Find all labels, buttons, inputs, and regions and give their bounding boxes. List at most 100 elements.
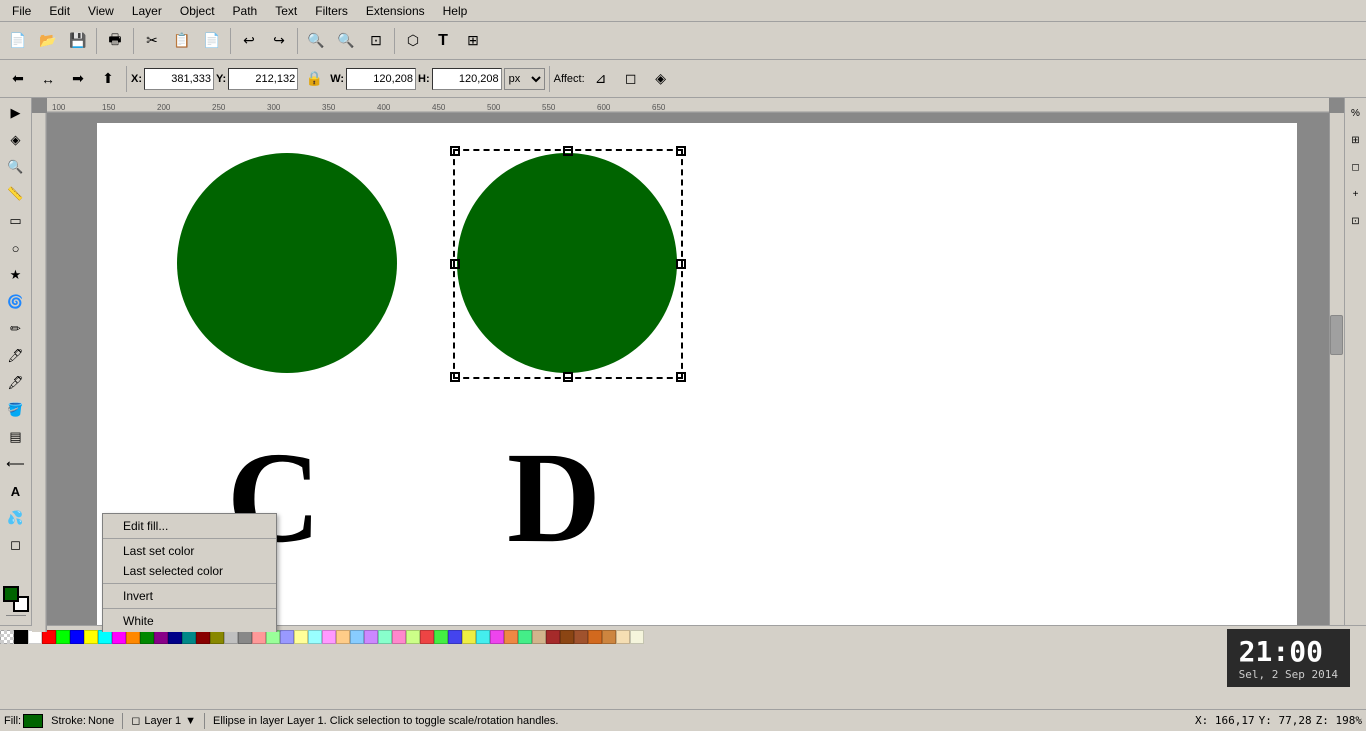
- palette-c18[interactable]: [490, 630, 504, 644]
- eraser-tool[interactable]: ◻: [3, 532, 29, 558]
- ctx-last-set-color[interactable]: Last set color: [103, 541, 276, 561]
- snap-btn-5[interactable]: ⊡: [1344, 208, 1366, 234]
- palette-c15[interactable]: [448, 630, 462, 644]
- palette-c9[interactable]: [364, 630, 378, 644]
- palette-tan[interactable]: [532, 630, 546, 644]
- zoom-out-button[interactable]: 🔍: [332, 27, 360, 55]
- affect-stroke-button[interactable]: ◻: [617, 65, 645, 93]
- palette-lime[interactable]: [56, 630, 70, 644]
- zoom-fit-button[interactable]: ⊡: [362, 27, 390, 55]
- affect-geom-button[interactable]: ⊿: [587, 65, 615, 93]
- xml-editor-button[interactable]: ⊞: [459, 27, 487, 55]
- pen-tool[interactable]: 🖊: [3, 343, 29, 369]
- measure-tool[interactable]: 📏: [3, 181, 29, 207]
- palette-sienna[interactable]: [574, 630, 588, 644]
- align-left-button[interactable]: ⬅: [4, 65, 32, 93]
- node-tool[interactable]: ◈: [3, 127, 29, 153]
- open-button[interactable]: 📂: [34, 27, 62, 55]
- palette-peru[interactable]: [602, 630, 616, 644]
- palette-c3[interactable]: [280, 630, 294, 644]
- ctx-black[interactable]: Black: [103, 631, 276, 632]
- palette-c20[interactable]: [518, 630, 532, 644]
- handle-tr[interactable]: [676, 146, 686, 156]
- palette-c10[interactable]: [378, 630, 392, 644]
- ellipse-tool[interactable]: ○: [3, 235, 29, 261]
- paste-button[interactable]: 📄: [198, 27, 226, 55]
- gradient-tool[interactable]: ▤: [3, 424, 29, 450]
- palette-black[interactable]: [14, 630, 28, 644]
- calligraphy-tool[interactable]: 🖋: [3, 370, 29, 396]
- spray-tool[interactable]: 💦: [3, 505, 29, 531]
- snap-btn-4[interactable]: +: [1344, 181, 1366, 207]
- h-input[interactable]: [432, 68, 502, 90]
- menu-help[interactable]: Help: [435, 2, 476, 20]
- spiral-tool[interactable]: 🌀: [3, 289, 29, 315]
- fill-color-swatch[interactable]: [23, 714, 43, 728]
- palette-c11[interactable]: [392, 630, 406, 644]
- ctx-invert[interactable]: Invert: [103, 586, 276, 606]
- x-input[interactable]: [144, 68, 214, 90]
- node-editor-button[interactable]: ⬡: [399, 27, 427, 55]
- palette-c6[interactable]: [322, 630, 336, 644]
- handle-tm[interactable]: [563, 146, 573, 156]
- zoom-in-button[interactable]: 🔍: [302, 27, 330, 55]
- canvas-area[interactable]: 100 150 200 250 300 350 400 450 500 550 …: [32, 98, 1344, 647]
- palette-c13[interactable]: [420, 630, 434, 644]
- menu-text[interactable]: Text: [267, 2, 305, 20]
- palette-blue[interactable]: [70, 630, 84, 644]
- print-button[interactable]: 🖶: [101, 27, 129, 55]
- palette-c5[interactable]: [308, 630, 322, 644]
- palette-c19[interactable]: [504, 630, 518, 644]
- select-tool[interactable]: ▶: [3, 100, 29, 126]
- undo-button[interactable]: ↩: [235, 27, 263, 55]
- handle-tl[interactable]: [450, 146, 460, 156]
- palette-beige[interactable]: [630, 630, 644, 644]
- palette-c8[interactable]: [350, 630, 364, 644]
- palette-c4[interactable]: [294, 630, 308, 644]
- ctx-edit-fill[interactable]: Edit fill...: [103, 516, 276, 536]
- circle-left[interactable]: [177, 153, 397, 373]
- ctx-white[interactable]: White: [103, 611, 276, 631]
- w-input[interactable]: [346, 68, 416, 90]
- palette-c12[interactable]: [406, 630, 420, 644]
- palette-yellow[interactable]: [84, 630, 98, 644]
- handle-br[interactable]: [676, 372, 686, 382]
- menu-filters[interactable]: Filters: [307, 2, 356, 20]
- snap-btn-1[interactable]: %: [1344, 100, 1366, 126]
- text-tool-button[interactable]: T: [429, 27, 457, 55]
- menu-object[interactable]: Object: [172, 2, 223, 20]
- handle-bm[interactable]: [563, 372, 573, 382]
- canvas-content[interactable]: C D Edit fill... Last set color Last sel…: [47, 113, 1329, 632]
- lock-ratio-button[interactable]: 🔒: [300, 65, 328, 93]
- palette-saddlebrown[interactable]: [560, 630, 574, 644]
- bucket-tool[interactable]: 🪣: [3, 397, 29, 423]
- save-button[interactable]: 💾: [64, 27, 92, 55]
- handle-mr[interactable]: [676, 259, 686, 269]
- new-button[interactable]: 📄: [4, 27, 32, 55]
- snap-btn-2[interactable]: ⊞: [1344, 127, 1366, 153]
- align-center-button[interactable]: ↔: [34, 65, 62, 93]
- connector-tool[interactable]: ⟵: [3, 451, 29, 477]
- handle-ml[interactable]: [450, 259, 460, 269]
- palette-c17[interactable]: [476, 630, 490, 644]
- ctx-last-selected-color[interactable]: Last selected color: [103, 561, 276, 581]
- palette-brown[interactable]: [546, 630, 560, 644]
- unit-select[interactable]: pxmmcmin: [504, 68, 545, 90]
- palette-transparent[interactable]: [0, 630, 14, 644]
- scrollbar-right[interactable]: [1329, 113, 1344, 632]
- snap-btn-3[interactable]: ◻: [1344, 154, 1366, 180]
- palette-chocolate[interactable]: [588, 630, 602, 644]
- handle-bl[interactable]: [450, 372, 460, 382]
- rect-tool[interactable]: ▭: [3, 208, 29, 234]
- palette-wheat[interactable]: [616, 630, 630, 644]
- redo-button[interactable]: ↪: [265, 27, 293, 55]
- zoom-tool[interactable]: 🔍: [3, 154, 29, 180]
- scroll-thumb[interactable]: [1330, 315, 1343, 355]
- pencil-tool[interactable]: ✏: [3, 316, 29, 342]
- fill-square[interactable]: [3, 586, 19, 602]
- menu-layer[interactable]: Layer: [124, 2, 170, 20]
- menu-extensions[interactable]: Extensions: [358, 2, 433, 20]
- align-right-button[interactable]: ➡: [64, 65, 92, 93]
- cut-button[interactable]: ✂: [138, 27, 166, 55]
- menu-path[interactable]: Path: [225, 2, 266, 20]
